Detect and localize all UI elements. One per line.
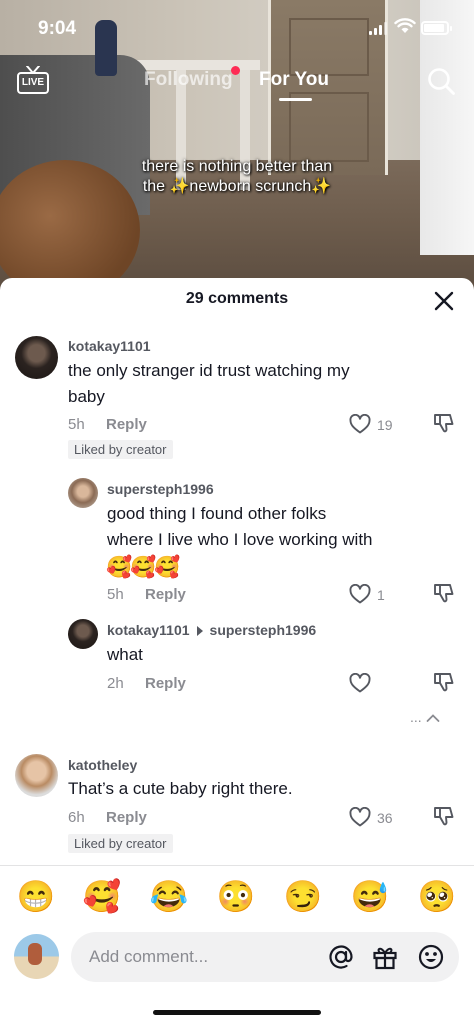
wifi-icon [394, 18, 416, 33]
chevron-up-icon [426, 714, 439, 723]
like-count: 36 [377, 810, 393, 826]
comment-username-thread: kotakay1101 supersteph1996 [107, 622, 316, 638]
comment-username[interactable]: kotakay1101 [107, 622, 190, 638]
search-icon[interactable] [426, 66, 456, 96]
avatar[interactable] [68, 478, 98, 508]
comment-emojis: 🥰🥰🥰 [106, 556, 180, 579]
liked-by-creator-badge: Liked by creator [68, 834, 173, 853]
heart-icon[interactable] [349, 673, 371, 693]
comment-time: 5h [107, 586, 124, 603]
emoji-button[interactable]: 😁 [16, 878, 56, 916]
video-caption: there is nothing better than the ✨newbor… [0, 157, 474, 197]
collapse-replies-button[interactable]: ... [410, 709, 440, 725]
status-bar: 9:04 [0, 0, 474, 60]
comment-time: 2h [107, 675, 124, 692]
comments-count-title: 29 comments [185, 290, 289, 307]
notification-dot [231, 66, 240, 75]
add-comment-input[interactable] [89, 932, 329, 982]
divider [0, 865, 474, 866]
live-label: LIVE [17, 72, 49, 94]
comment-text-line: good thing I found other folks [107, 504, 327, 523]
dislike-icon[interactable] [433, 412, 455, 434]
comment-text-line: the only stranger id trust watching my [68, 361, 350, 380]
comment-text-line: where I live who I love working with [107, 530, 373, 549]
comment-composer [71, 932, 459, 982]
dislike-icon[interactable] [433, 582, 455, 604]
comment-text: what [107, 645, 143, 664]
reply-button[interactable]: Reply [106, 416, 147, 433]
heart-icon[interactable] [349, 414, 371, 434]
comment-text: good thing I found other folks where I l… [107, 501, 373, 553]
emoji-button[interactable]: 😳 [216, 878, 256, 916]
reply-arrow-icon [196, 626, 203, 637]
comment-text: the only stranger id trust watching my b… [68, 358, 350, 410]
more-dots: ... [410, 709, 422, 725]
comment-text: That’s a cute baby right there. [68, 779, 293, 798]
comment-time: 6h [68, 809, 85, 826]
caption-line-2: the ✨newborn scrunch✨ [142, 178, 332, 195]
active-tab-indicator [279, 98, 312, 101]
dislike-icon[interactable] [433, 805, 455, 827]
reply-button[interactable]: Reply [145, 586, 186, 603]
avatar[interactable] [15, 754, 58, 797]
emoji-button[interactable]: 😂 [149, 878, 189, 916]
tab-for-you[interactable]: For You [259, 69, 329, 91]
heart-icon[interactable] [349, 584, 371, 604]
comment-text-line: baby [68, 387, 105, 406]
emoji-icon[interactable] [417, 943, 445, 971]
battery-icon [421, 21, 452, 35]
avatar[interactable] [15, 336, 58, 379]
comments-sheet: 29 comments kotakay1101 the only strange… [0, 278, 474, 1025]
at-icon[interactable] [327, 943, 355, 971]
status-time: 9:04 [38, 18, 77, 39]
close-icon[interactable] [433, 290, 455, 312]
heart-icon[interactable] [349, 807, 371, 827]
reply-button[interactable]: Reply [106, 809, 147, 826]
emoji-button[interactable]: 😏 [283, 878, 323, 916]
emoji-button[interactable]: 🥺 [417, 878, 457, 916]
like-count: 19 [377, 417, 393, 433]
comment-username[interactable]: supersteph1996 [107, 481, 214, 497]
comment-username[interactable]: katotheley [68, 757, 137, 773]
tab-following[interactable]: Following [144, 69, 233, 91]
avatar[interactable] [68, 619, 98, 649]
dislike-icon[interactable] [433, 671, 455, 693]
signal-icon [369, 22, 387, 35]
reply-to-username[interactable]: supersteph1996 [210, 622, 317, 638]
gift-icon[interactable] [371, 943, 399, 971]
caption-line-1: there is nothing better than [141, 158, 333, 175]
like-count: 1 [377, 587, 385, 603]
liked-by-creator-badge: Liked by creator [68, 440, 173, 459]
reply-button[interactable]: Reply [145, 675, 186, 692]
comment-username[interactable]: kotakay1101 [68, 338, 151, 354]
quick-emoji-bar: 😁 🥰 😂 😳 😏 😅 🥺 [0, 878, 474, 918]
my-avatar[interactable] [14, 934, 59, 979]
home-indicator[interactable] [153, 1010, 321, 1015]
emoji-button[interactable]: 🥰 [82, 878, 122, 916]
live-button[interactable]: LIVE [17, 66, 49, 94]
comment-time: 5h [68, 416, 85, 433]
emoji-button[interactable]: 😅 [350, 878, 390, 916]
